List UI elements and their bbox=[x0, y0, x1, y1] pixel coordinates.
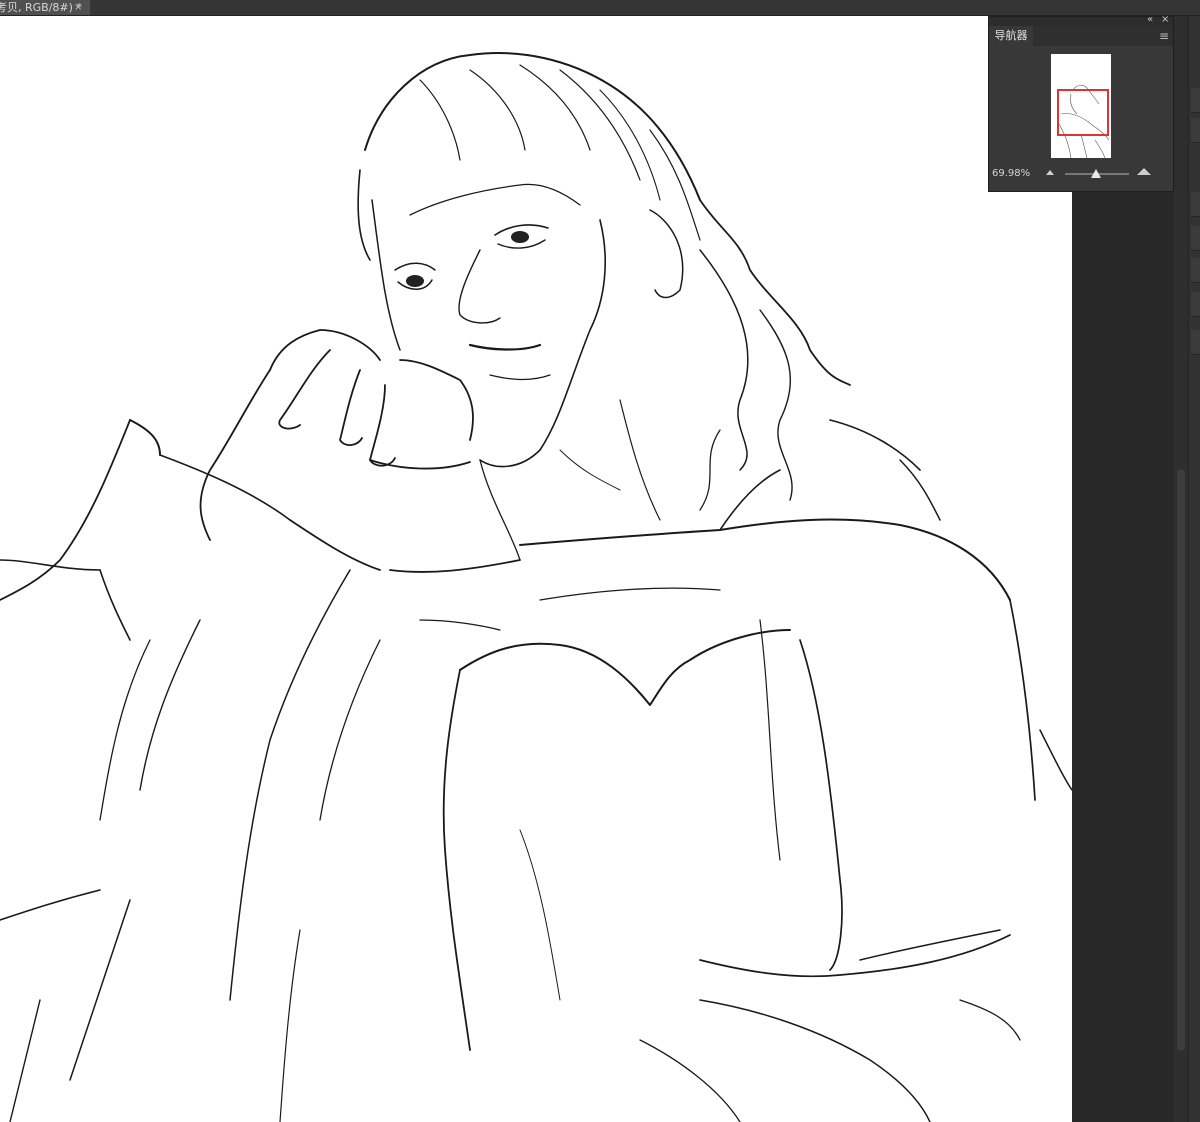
zoom-level[interactable]: 69.98% bbox=[992, 168, 1030, 179]
tab-bar-empty bbox=[90, 0, 1200, 16]
panel-button-4[interactable] bbox=[1191, 226, 1200, 251]
document-tab[interactable]: 考贝, RGB/8#) * × bbox=[0, 0, 90, 16]
zoom-out-icon[interactable] bbox=[1046, 170, 1054, 175]
navigator-panel: « × 导航器 ≡ 69.98% bbox=[988, 14, 1174, 192]
collapse-icon[interactable]: « bbox=[1147, 14, 1153, 25]
panel-menu-icon[interactable]: ≡ bbox=[1159, 26, 1169, 46]
panel-button-1[interactable] bbox=[1191, 88, 1200, 113]
panel-header bbox=[989, 17, 1173, 26]
zoom-slider-knob[interactable] bbox=[1091, 169, 1101, 178]
zoom-in-icon[interactable] bbox=[1137, 168, 1151, 175]
close-icon[interactable]: × bbox=[1161, 14, 1169, 25]
panel-button-5[interactable] bbox=[1191, 258, 1200, 283]
tab-navigator[interactable]: 导航器 bbox=[989, 26, 1033, 46]
line-art-sketch bbox=[0, 52, 1072, 1122]
panel-button-3[interactable] bbox=[1191, 192, 1200, 217]
panel-button-6[interactable] bbox=[1191, 292, 1200, 317]
view-rectangle[interactable] bbox=[1057, 89, 1109, 136]
close-icon[interactable]: × bbox=[74, 0, 82, 16]
panel-button-2[interactable] bbox=[1191, 118, 1200, 143]
panel-button-7[interactable] bbox=[1191, 330, 1200, 355]
collapsed-panel-strip bbox=[1188, 16, 1200, 1122]
drawing-canvas[interactable] bbox=[0, 16, 1072, 1122]
scrollbar-thumb[interactable] bbox=[1177, 470, 1185, 1050]
document-tab-title: 考贝, RGB/8#) * bbox=[0, 1, 82, 14]
